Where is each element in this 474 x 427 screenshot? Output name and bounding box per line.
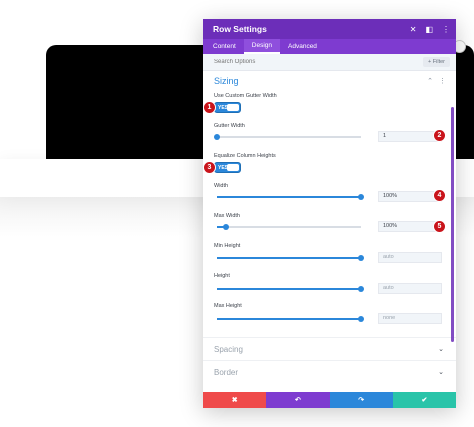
chevron-down-icon: ⌄: [438, 346, 444, 353]
min-height-input[interactable]: auto: [378, 252, 442, 263]
search-input[interactable]: [214, 59, 364, 65]
tab-content[interactable]: Content: [205, 39, 244, 54]
callout-badge-5: 5: [433, 220, 446, 233]
tab-bar: Content Design Advanced: [203, 39, 456, 54]
max-height-input[interactable]: none: [378, 313, 442, 324]
border-section-label: Border: [214, 367, 239, 377]
row-settings-modal: Row Settings ✕ ◧ ⋮ Content Design Advanc…: [203, 19, 456, 408]
chevron-down-icon: ⌄: [438, 369, 444, 376]
min-height-slider[interactable]: [217, 255, 364, 261]
max-height-label: Max Height: [214, 303, 242, 309]
save-button[interactable]: ✔: [392, 392, 456, 408]
more-icon[interactable]: ⋮: [439, 77, 446, 85]
tab-design[interactable]: Design: [243, 39, 281, 54]
height-slider[interactable]: [217, 286, 364, 292]
slider-handle[interactable]: [214, 134, 220, 140]
slider-handle[interactable]: [358, 255, 364, 261]
equalize-heights-toggle[interactable]: YES: [214, 162, 241, 173]
gutter-width-slider[interactable]: [214, 134, 361, 140]
undo-icon: ↶: [294, 397, 301, 404]
section-title-sizing: Sizing: [214, 76, 239, 86]
equalize-heights-label: Equalize Column Heights: [214, 153, 276, 159]
slider-fill: [217, 288, 361, 290]
min-height-label: Min Height: [214, 243, 241, 249]
redo-button[interactable]: ↷: [329, 392, 393, 408]
slider-fill: [217, 196, 361, 198]
slider-handle[interactable]: [358, 286, 364, 292]
page: Row Settings ✕ ◧ ⋮ Content Design Advanc…: [0, 0, 474, 427]
callout-badge-2: 2: [433, 129, 446, 142]
search-bar: + Filter: [203, 54, 456, 71]
undo-button[interactable]: ↶: [266, 392, 330, 408]
more-options-icon[interactable]: ⋮: [442, 25, 450, 34]
toggle-knob: [227, 104, 239, 111]
close-icon[interactable]: ✕: [410, 25, 417, 34]
max-width-label: Max Width: [214, 213, 240, 219]
modal-title: Row Settings: [213, 24, 267, 34]
check-icon: ✔: [421, 397, 428, 404]
custom-gutter-toggle[interactable]: YES: [214, 102, 241, 113]
height-label: Height: [214, 273, 230, 279]
filter-button[interactable]: + Filter: [423, 57, 450, 67]
slider-fill: [217, 318, 361, 320]
sizing-section-header[interactable]: Sizing ⌃ ⋮: [203, 71, 456, 91]
slider-handle[interactable]: [358, 316, 364, 322]
split-view-icon[interactable]: ◧: [425, 25, 433, 34]
spacing-section-label: Spacing: [214, 344, 243, 354]
gutter-width-label: Gutter Width: [214, 123, 245, 129]
width-label: Width: [214, 183, 229, 189]
section-icons: ⌃ ⋮: [427, 77, 446, 85]
scrollbar[interactable]: [451, 107, 454, 342]
max-width-slider[interactable]: [217, 224, 361, 230]
slider-handle[interactable]: [358, 194, 364, 200]
close-icon: ✖: [231, 397, 238, 404]
border-section-toggle[interactable]: Border ⌄: [203, 360, 456, 383]
width-slider[interactable]: [217, 194, 364, 200]
modal-footer: ✖ ↶ ↷ ✔: [203, 392, 456, 408]
callout-badge-4: 4: [433, 189, 446, 202]
spacing-section-toggle[interactable]: Spacing ⌄: [203, 337, 456, 360]
custom-gutter-label: Use Custom Gutter Width: [214, 93, 277, 99]
callout-badge-3: 3: [203, 161, 216, 174]
max-height-slider[interactable]: [217, 316, 364, 322]
modal-header[interactable]: Row Settings ✕ ◧ ⋮: [203, 19, 456, 39]
header-icons: ✕ ◧ ⋮: [410, 19, 450, 39]
toggle-knob: [227, 164, 239, 171]
slider-handle[interactable]: [222, 224, 229, 230]
cancel-button[interactable]: ✖: [203, 392, 267, 408]
redo-icon: ↷: [358, 397, 365, 404]
callout-badge-1: 1: [203, 101, 216, 114]
slider-fill: [217, 257, 361, 259]
chevron-up-icon[interactable]: ⌃: [427, 77, 433, 85]
height-input[interactable]: auto: [378, 283, 442, 294]
tab-advanced[interactable]: Advanced: [280, 39, 325, 54]
